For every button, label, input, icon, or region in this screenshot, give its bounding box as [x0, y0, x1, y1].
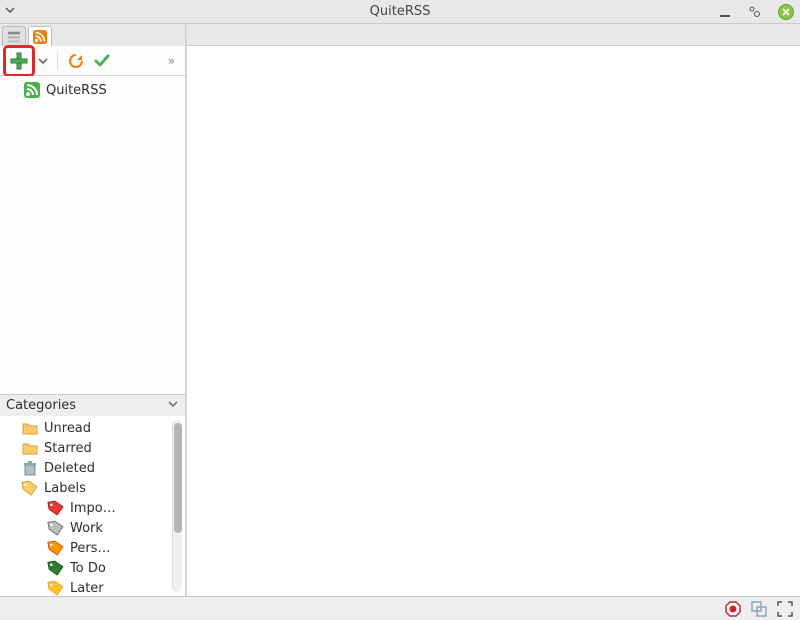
label-item[interactable]: To Do [0, 558, 172, 578]
tag-icon [47, 499, 66, 518]
highlight-add-feed [6, 48, 32, 74]
statusbar [0, 596, 800, 620]
stop-icon [725, 601, 741, 617]
titlebar: QuiteRSS [0, 0, 800, 24]
categories-collapse[interactable] [167, 398, 179, 414]
categories-scrollbar[interactable] [172, 420, 182, 592]
tag-icon [47, 579, 66, 596]
tag-icon [47, 519, 66, 538]
folder-icon [22, 420, 38, 436]
category-label: Labels [44, 481, 86, 496]
scrollbar-thumb[interactable] [174, 423, 182, 533]
app-menu-chevron[interactable] [0, 4, 20, 20]
category-label: Starred [44, 441, 92, 456]
feed-list[interactable]: QuiteRSS [0, 76, 185, 394]
label-text: Pers… [70, 541, 111, 556]
main-content: » QuiteRSS Categories Unread [0, 24, 800, 596]
trash-icon [22, 460, 38, 476]
content-view[interactable] [187, 46, 800, 596]
layout-button[interactable] [750, 600, 768, 618]
tag-icon [47, 539, 66, 558]
right-pane [186, 24, 800, 596]
tag-icon [21, 479, 40, 498]
tab-feeds[interactable] [28, 26, 52, 46]
tab-list-view[interactable] [2, 26, 26, 46]
fullscreen-button[interactable] [776, 600, 794, 618]
categories-body: Unread Starred Deleted − Labels Im [0, 416, 185, 596]
fullscreen-icon [777, 601, 793, 617]
label-item[interactable]: Pers… [0, 538, 172, 558]
layout-icon [751, 601, 767, 617]
window-title: QuiteRSS [0, 4, 800, 19]
tag-icon [47, 559, 66, 578]
category-item-labels[interactable]: − Labels [0, 478, 172, 498]
feed-item-label: QuiteRSS [46, 83, 107, 98]
categories-header[interactable]: Categories [0, 394, 185, 416]
categories-tree[interactable]: Unread Starred Deleted − Labels Im [0, 416, 172, 596]
refresh-icon [67, 52, 85, 70]
left-tabs [0, 24, 185, 46]
add-dropdown[interactable] [36, 54, 50, 68]
category-label: Unread [44, 421, 91, 436]
category-item-deleted[interactable]: Deleted [0, 458, 172, 478]
check-icon [93, 52, 111, 70]
minimize-button[interactable] [718, 5, 732, 19]
rss-icon [24, 82, 40, 98]
adblock-button[interactable] [724, 600, 742, 618]
feed-item[interactable]: QuiteRSS [0, 80, 185, 100]
category-label: Deleted [44, 461, 95, 476]
folder-icon [22, 440, 38, 456]
label-item[interactable]: Impo… [0, 498, 172, 518]
feed-toolbar: » [0, 46, 185, 76]
close-button[interactable] [778, 4, 794, 20]
categories-title: Categories [6, 398, 76, 413]
label-text: Work [70, 521, 103, 536]
plus-icon [10, 52, 28, 70]
left-pane: » QuiteRSS Categories Unread [0, 24, 186, 596]
toolbar-overflow[interactable]: » [164, 54, 179, 68]
right-header [187, 24, 800, 46]
chevron-down-icon [38, 56, 48, 66]
mark-read-button[interactable] [91, 50, 113, 72]
label-text: Later [70, 581, 104, 596]
label-item[interactable]: Later [0, 578, 172, 596]
refresh-button[interactable] [65, 50, 87, 72]
label-text: To Do [70, 561, 106, 576]
label-item[interactable]: Work [0, 518, 172, 538]
label-text: Impo… [70, 501, 116, 516]
chevron-down-icon [167, 398, 179, 410]
maximize-button[interactable] [748, 5, 762, 19]
add-feed-button[interactable] [8, 50, 30, 72]
category-item-starred[interactable]: Starred [0, 438, 172, 458]
category-item-unread[interactable]: Unread [0, 418, 172, 438]
